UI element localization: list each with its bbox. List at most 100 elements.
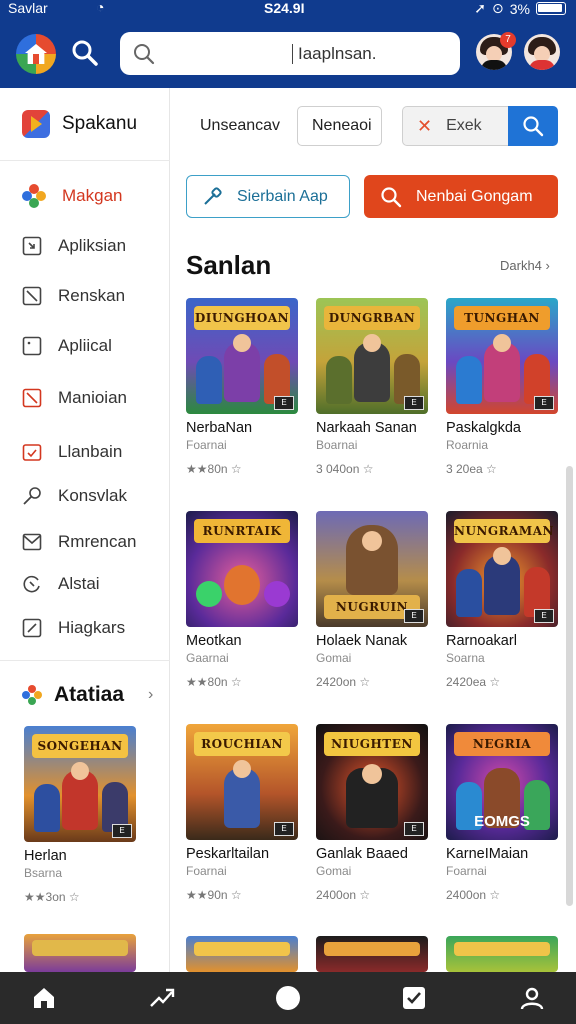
game-card[interactable]: TUNGHAN E Paskalgkda Roarnia 3 20ea ☆ — [446, 298, 558, 476]
primary-button-label: Nenbai Gongam — [416, 187, 533, 205]
search-icon — [381, 186, 402, 207]
text-caret — [292, 44, 293, 64]
game-thumbnail: DUNGRBAN E — [316, 298, 428, 414]
game-title: Rarnoakarl — [446, 633, 517, 649]
primary-action-button[interactable]: Nenbai Gongam — [364, 175, 558, 218]
game-card[interactable]: NIUGHTEN E Ganlak Baaed Gomai 2400on ☆ — [316, 724, 428, 902]
link-icon — [204, 186, 222, 205]
game-banner: ROUCHIAN — [194, 732, 290, 756]
filter-field-2[interactable]: Neneaoi — [297, 106, 382, 146]
game-rating: ★★80n ☆ — [186, 675, 242, 689]
game-banner: NEGRIA — [454, 732, 550, 756]
game-title: Peskarltailan — [186, 846, 270, 862]
game-rating: 2400on ☆ — [316, 888, 371, 902]
outline-action-button[interactable]: Sierbain Aap — [186, 175, 350, 218]
dot-square-icon — [22, 336, 42, 356]
sidebar-item-apliksian[interactable]: Apliksian — [22, 236, 126, 256]
game-subtitle: Gomai — [316, 651, 352, 665]
edit-square-icon — [22, 618, 42, 638]
sidebar-item-label: Llanbain — [58, 442, 123, 461]
age-rating-badge: E — [274, 822, 294, 836]
game-banner — [324, 942, 420, 956]
status-bar: Savlar ◔ S24.9I ➚ ⊙ 3% — [0, 0, 576, 18]
sidebar-item-apliical[interactable]: Apliical — [22, 336, 112, 356]
age-rating-badge: E — [404, 396, 424, 410]
sidebar-brand[interactable]: Spakanu — [22, 110, 137, 138]
game-title: NerbaNan — [186, 420, 253, 436]
game-card[interactable]: NEGRIA EOMGS KarneIMaian Foarnai 2400on … — [446, 724, 558, 902]
game-card[interactable]: RUNRTAIK Meotkan Gaarnai ★★80n ☆ — [186, 511, 298, 689]
filter-field-1[interactable]: Unseancav — [186, 106, 284, 146]
game-thumbnail: ROUCHIAN E — [186, 724, 298, 840]
circle-icon[interactable] — [274, 984, 302, 1012]
game-thumbnail — [316, 936, 428, 972]
game-thumbnail: SONGEHAN E — [24, 726, 136, 842]
game-card[interactable] — [316, 936, 428, 972]
divider — [0, 160, 170, 161]
home-icon[interactable] — [30, 984, 58, 1012]
sidebar-item-renskan[interactable]: Renskan — [22, 286, 125, 306]
filter-field-2-value: Neneaoi — [312, 117, 372, 134]
game-banner: RUNRTAIK — [194, 519, 290, 543]
game-card[interactable] — [24, 934, 136, 972]
search-field[interactable] — [120, 32, 460, 75]
game-banner: NIUGHTEN — [324, 732, 420, 756]
profile-icon[interactable] — [518, 984, 546, 1012]
age-rating-badge: E — [534, 396, 554, 410]
brand-label: Spakanu — [62, 113, 138, 134]
game-overlay-text: EOMGS — [474, 813, 530, 830]
game-card[interactable] — [446, 936, 558, 972]
sidebar-section-title[interactable]: Atatiaa — [22, 683, 124, 707]
age-rating-badge: E — [404, 822, 424, 836]
trending-icon[interactable] — [148, 984, 176, 1012]
game-banner — [32, 940, 128, 956]
sidebar-item-hiagkars[interactable]: Hiagkars — [22, 618, 125, 638]
game-title: Paskalgkda — [446, 420, 521, 436]
game-banner — [454, 942, 550, 956]
game-card[interactable]: DUNGRBAN E Narkaah Sanan Boarnai 3 040on… — [316, 298, 428, 476]
game-rating: 3 20ea ☆ — [446, 462, 497, 476]
see-all-link[interactable]: Darkh4 › — [500, 258, 550, 273]
calendar-check-icon — [22, 444, 42, 461]
search-icon[interactable] — [70, 38, 100, 68]
status-right: ➚ ⊙ 3% — [474, 0, 566, 17]
section-title-label: Atatiaa — [54, 683, 125, 706]
game-subtitle: Bsarna — [24, 866, 63, 880]
clock: S24.9I — [264, 0, 305, 16]
filter-search-button[interactable] — [508, 106, 558, 146]
section-heading: Sanlan — [186, 250, 272, 280]
sidebar-item-konsvlak[interactable]: Konsvlak — [22, 486, 127, 506]
game-card[interactable]: NUGRUIN E Holaek Nanak Gomai 2420on ☆ — [316, 511, 428, 689]
search-input[interactable] — [298, 40, 448, 67]
game-thumbnail — [186, 936, 298, 972]
game-card[interactable]: DIUNGHOAN E NerbaNan Foarnai ★★80n ☆ — [186, 298, 298, 476]
brand-play-icon — [22, 110, 50, 138]
mail-icon — [22, 533, 42, 551]
sidebar-item-label: Hiagkars — [58, 618, 126, 637]
game-title: Herlan — [24, 848, 67, 864]
game-title: KarneIMaian — [446, 846, 529, 862]
game-subtitle: Gaarnai — [186, 651, 229, 665]
sidebar-item-makgan[interactable]: Makgan — [22, 184, 122, 208]
game-card[interactable]: SONGEHAN E Herlan Bsarna ★★3on ☆ — [24, 726, 136, 904]
sidebar-item-manioian[interactable]: Manioian — [22, 388, 127, 408]
game-card[interactable]: ROUCHIAN E Peskarltailan Foarnai ★★90n ☆ — [186, 724, 298, 902]
chevron-right-icon[interactable]: › — [148, 686, 153, 704]
top-app-bar: Savlar ◔ S24.9I ➚ ⊙ 3% 7 — [0, 0, 576, 88]
game-subtitle: Boarnai — [316, 438, 358, 452]
sidebar-item-rmrencan[interactable]: Rmrencan — [22, 532, 136, 552]
home-logo-button[interactable] — [16, 34, 56, 74]
game-banner: DUNGRBAN — [324, 306, 420, 330]
game-card[interactable] — [186, 936, 298, 972]
sidebar-item-alstai[interactable]: Alstai — [22, 574, 100, 594]
game-banner: TUNGHAN — [454, 306, 550, 330]
exek-filter[interactable]: ✕ Exek — [402, 106, 508, 146]
avatar-profile[interactable] — [524, 34, 560, 70]
game-thumbnail — [24, 934, 136, 972]
close-icon[interactable]: ✕ — [417, 116, 432, 137]
game-subtitle: Soarna — [446, 651, 485, 665]
sidebar-item-llanbain[interactable]: Llanbain — [22, 442, 122, 462]
scrollbar[interactable] — [566, 466, 573, 906]
check-square-icon[interactable] — [400, 984, 428, 1012]
game-card[interactable]: NUNGRAMAN E Rarnoakarl Soarna 2420ea ☆ — [446, 511, 558, 689]
